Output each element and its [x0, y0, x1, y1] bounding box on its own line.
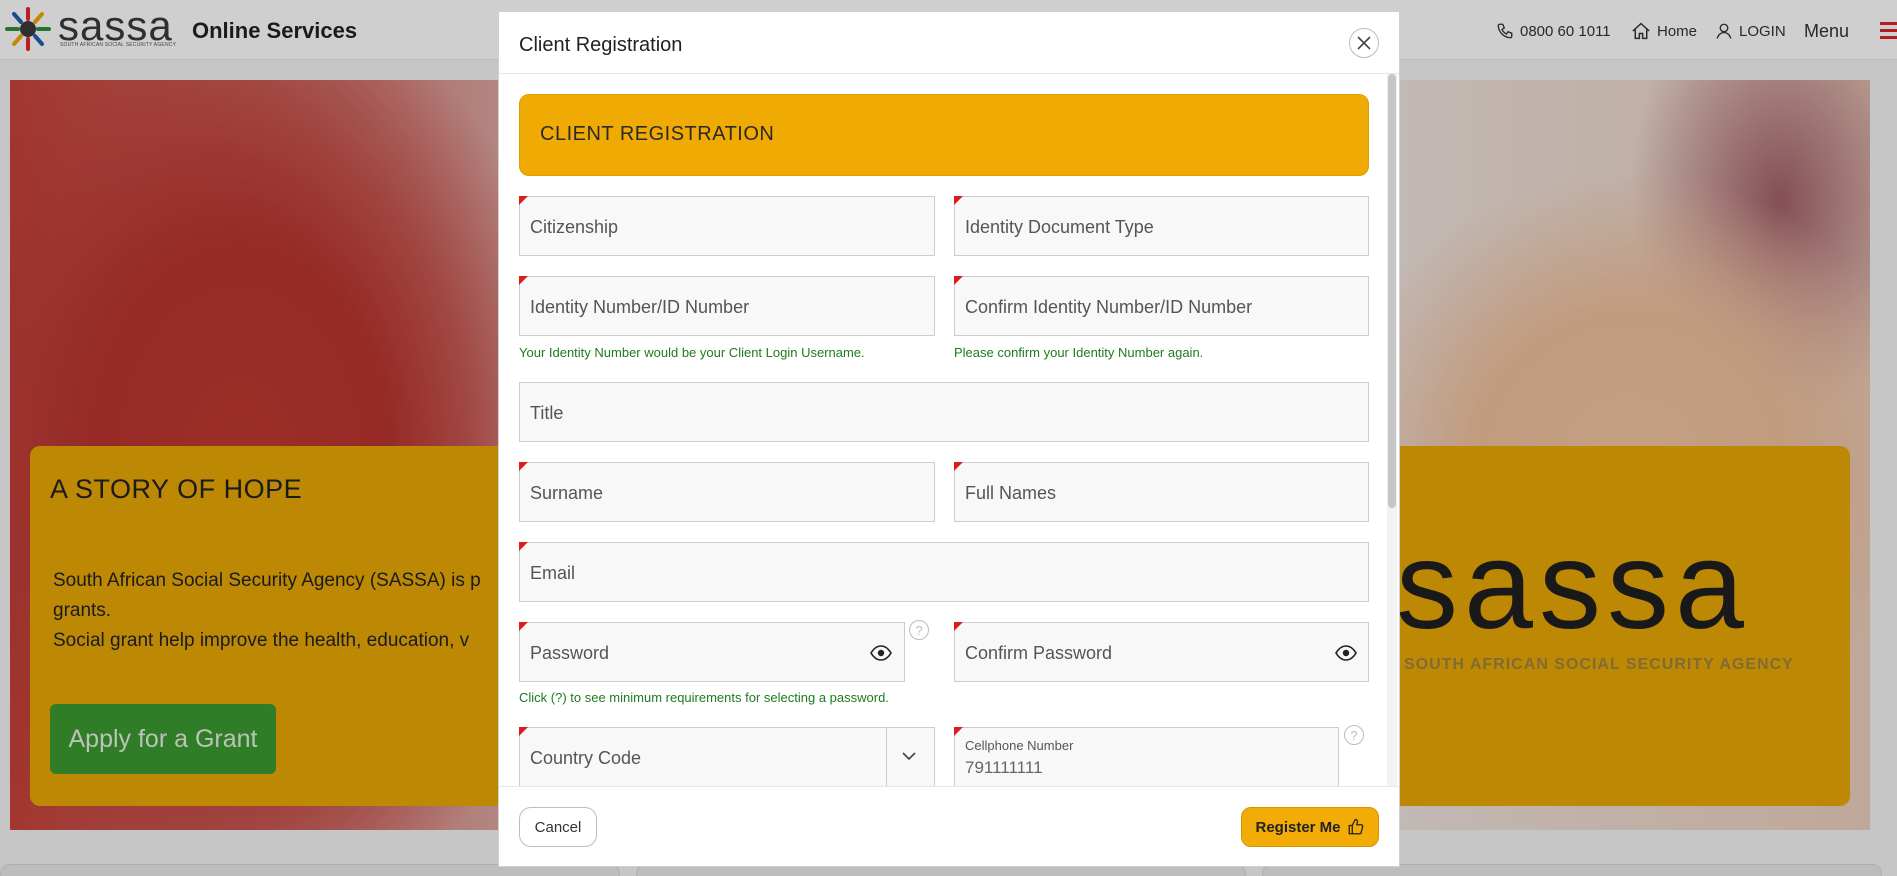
full-names-input[interactable]: Full Names	[954, 462, 1369, 522]
required-marker	[519, 622, 528, 631]
required-marker	[519, 542, 528, 551]
register-me-button[interactable]: Register Me	[1241, 807, 1379, 847]
identity-number-input[interactable]: Identity Number/ID Number	[519, 276, 935, 336]
cellphone-help-icon[interactable]: ?	[1344, 725, 1364, 745]
identity-number-hint: Your Identity Number would be your Clien…	[519, 345, 865, 360]
required-marker	[519, 462, 528, 471]
country-code-placeholder: Country Code	[530, 748, 642, 768]
thumbs-up-icon	[1348, 818, 1363, 835]
password-input[interactable]: Password	[519, 622, 905, 682]
required-marker	[954, 727, 963, 736]
password-help-icon[interactable]: ?	[909, 620, 929, 640]
confirm-identity-number-input[interactable]: Confirm Identity Number/ID Number	[954, 276, 1369, 336]
register-me-label: Register Me	[1255, 818, 1341, 836]
client-registration-modal: Client Registration CLIENT REGISTRATION …	[498, 11, 1400, 867]
banner-title: CLIENT REGISTRATION	[540, 123, 775, 145]
close-icon	[1357, 36, 1371, 50]
cellphone-number-input[interactable]: Cellphone Number 791111111	[954, 727, 1339, 786]
close-button[interactable]	[1349, 28, 1379, 58]
modal-footer: Cancel Register Me	[499, 786, 1399, 868]
required-marker	[519, 727, 528, 736]
email-placeholder: Email	[530, 563, 576, 583]
country-code-select[interactable]: Country Code	[519, 727, 935, 786]
confirm-identity-number-placeholder: Confirm Identity Number/ID Number	[965, 297, 1253, 317]
show-password-eye-icon[interactable]	[870, 645, 892, 661]
password-placeholder: Password	[530, 643, 610, 663]
identity-document-type-placeholder: Identity Document Type	[965, 217, 1154, 237]
required-marker	[519, 276, 528, 285]
surname-placeholder: Surname	[530, 483, 604, 503]
full-names-placeholder: Full Names	[965, 483, 1057, 503]
select-divider	[886, 728, 887, 786]
title-select[interactable]: Title	[519, 382, 1369, 442]
identity-document-type-select[interactable]: Identity Document Type	[954, 196, 1369, 256]
confirm-password-placeholder: Confirm Password	[965, 643, 1113, 663]
modal-scrollbar[interactable]	[1387, 74, 1397, 786]
required-marker	[954, 622, 963, 631]
confirm-identity-number-hint: Please confirm your Identity Number agai…	[954, 345, 1204, 360]
required-marker	[954, 276, 963, 285]
citizenship-placeholder: Citizenship	[530, 217, 619, 237]
required-marker	[519, 196, 528, 205]
title-placeholder: Title	[530, 403, 564, 423]
modal-header: Client Registration	[499, 12, 1399, 74]
modal-title: Client Registration	[519, 34, 683, 56]
chevron-down-icon[interactable]	[902, 752, 916, 761]
password-requirements-hint: Click (?) to see minimum requirements fo…	[519, 690, 889, 705]
email-input[interactable]: Email	[519, 542, 1369, 602]
cellphone-number-label: Cellphone Number	[965, 738, 1074, 753]
citizenship-select[interactable]: Citizenship	[519, 196, 935, 256]
cellphone-number-value: 791111111	[965, 758, 1043, 777]
required-marker	[954, 196, 963, 205]
cancel-button[interactable]: Cancel	[519, 807, 597, 847]
scrollbar-thumb[interactable]	[1388, 74, 1396, 508]
identity-number-placeholder: Identity Number/ID Number	[530, 297, 750, 317]
modal-body: CLIENT REGISTRATION Citizenship Identity…	[499, 74, 1399, 786]
surname-input[interactable]: Surname	[519, 462, 935, 522]
show-confirm-password-eye-icon[interactable]	[1335, 645, 1357, 661]
required-marker	[954, 462, 963, 471]
registration-banner: CLIENT REGISTRATION	[519, 94, 1369, 176]
confirm-password-input[interactable]: Confirm Password	[954, 622, 1369, 682]
